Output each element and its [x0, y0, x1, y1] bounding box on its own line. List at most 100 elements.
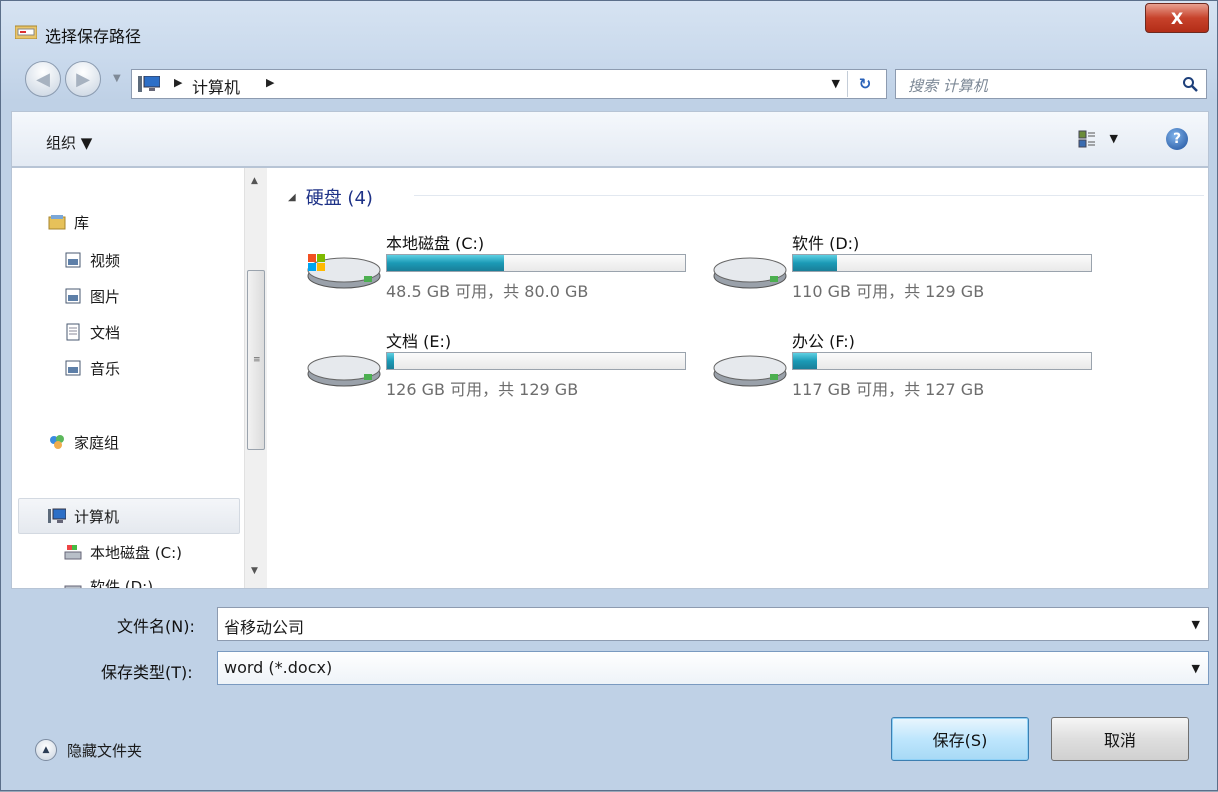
drive-tile[interactable]: 文档 (E:) 126 GB 可用，共 129 GB — [304, 328, 704, 408]
scroll-thumb[interactable]: ≡ — [247, 270, 265, 450]
drive-free-space: 117 GB 可用，共 127 GB — [792, 380, 985, 399]
drive-usage-bar — [386, 352, 686, 370]
grip-icon: ≡ — [253, 355, 261, 365]
filename-field[interactable]: 省移动公司 ▼ — [217, 607, 1209, 641]
filename-label: 文件名(N): — [117, 617, 195, 636]
refresh-icon: ↻ — [858, 75, 872, 93]
video-library-icon — [65, 252, 81, 268]
group-title: 硬盘 (4) — [305, 188, 373, 209]
nav-item-homegroup[interactable]: 家庭组 — [48, 428, 119, 456]
organize-menu[interactable]: 组织 ▼ — [46, 132, 92, 153]
cancel-button[interactable]: 取消 — [1051, 717, 1189, 761]
drive-name: 软件 (D:) — [792, 234, 860, 253]
address-history-dropdown[interactable]: ▼ — [832, 77, 840, 90]
hide-folders-label: 隐藏文件夹 — [67, 741, 143, 760]
nav-item-label: 本地磁盘 (C:) — [90, 543, 182, 562]
address-bar[interactable]: ▶ 计算机 ▶ ▼ ↻ — [131, 69, 887, 99]
nav-item-label: 音乐 — [90, 359, 121, 378]
help-button[interactable]: ? — [1166, 128, 1188, 150]
nav-item-label: 图片 — [90, 287, 121, 306]
recent-locations-dropdown[interactable]: ▼ — [113, 73, 121, 84]
back-button[interactable]: ◀ — [25, 61, 61, 97]
drive-icon — [713, 355, 787, 387]
nav-item-label: 计算机 — [74, 507, 120, 526]
drive-free-space: 126 GB 可用，共 129 GB — [386, 380, 579, 399]
group-divider — [414, 195, 1204, 196]
drive-free-space: 110 GB 可用，共 129 GB — [792, 282, 985, 301]
title-bar: 选择保存路径 X — [1, 1, 1217, 51]
nav-item-label: 库 — [74, 213, 90, 232]
filename-input[interactable]: 省移动公司 — [224, 614, 304, 638]
drive-name: 文档 (E:) — [386, 332, 452, 351]
breadcrumb-separator-icon[interactable]: ▶ — [174, 76, 182, 89]
drive-icon — [64, 585, 82, 588]
nav-item-library[interactable]: 库 — [48, 208, 89, 236]
drive-free-space: 48.5 GB 可用，共 80.0 GB — [386, 282, 589, 301]
filetype-value: word (*.docx) — [224, 658, 333, 677]
breadcrumb-computer[interactable]: 计算机 — [192, 74, 240, 98]
browser-area: 库 视频 图片 文档 音乐 家庭组 计算机 本地磁盘 (C:) 软件 (D:) … — [11, 167, 1209, 589]
drive-usage-bar — [792, 254, 1092, 272]
drive-usage-bar — [792, 352, 1092, 370]
homegroup-icon — [50, 435, 64, 449]
nav-item-music[interactable]: 音乐 — [64, 354, 120, 382]
filetype-dropdown-icon[interactable]: ▼ — [1192, 662, 1200, 675]
scroll-up-icon[interactable]: ▲ — [251, 176, 258, 186]
change-view-icon[interactable] — [1078, 130, 1096, 148]
search-box[interactable]: 搜索 计算机 — [895, 69, 1207, 99]
command-bar: 组织 ▼ ▼ ? — [11, 111, 1209, 167]
drive-usage-fill — [387, 353, 394, 369]
nav-item-videos[interactable]: 视频 — [64, 246, 120, 274]
file-list: ◢ 硬盘 (4) 本地磁盘 (C:) 48.5 GB 可用，共 80.0 GB — [274, 168, 1208, 588]
scroll-down-icon[interactable]: ▼ — [251, 566, 258, 576]
hide-folders-toggle[interactable]: ▲ 隐藏文件夹 — [35, 739, 142, 761]
close-button[interactable]: X — [1145, 3, 1209, 33]
drive-tile[interactable]: 办公 (F:) 117 GB 可用，共 127 GB — [710, 328, 1110, 408]
pictures-library-icon — [65, 288, 81, 304]
back-arrow-icon: ◀ — [36, 68, 50, 90]
nav-item-documents[interactable]: 文档 — [64, 318, 120, 346]
navigation-bar: ◀ ▶ ▼ ▶ 计算机 ▶ ▼ ↻ 搜索 计算机 — [1, 51, 1217, 111]
dialog-folder-icon — [15, 25, 37, 39]
nav-item-pictures[interactable]: 图片 — [64, 282, 120, 310]
search-icon[interactable] — [1182, 76, 1198, 92]
collapse-up-icon: ▲ — [35, 739, 57, 761]
drive-usage-fill — [793, 255, 837, 271]
computer-icon — [48, 508, 66, 523]
drive-icon — [713, 257, 787, 289]
save-form: 文件名(N): 省移动公司 ▼ 保存类型(T): word (*.docx) ▼… — [1, 589, 1217, 792]
navigation-pane: 库 视频 图片 文档 音乐 家庭组 计算机 本地磁盘 (C:) 软件 (D:) … — [12, 168, 272, 588]
nav-item-local-disk-c[interactable]: 本地磁盘 (C:) — [64, 538, 182, 566]
system-disk-icon — [307, 254, 381, 289]
drive-tile[interactable]: 本地磁盘 (C:) 48.5 GB 可用，共 80.0 GB — [304, 230, 704, 310]
filetype-select[interactable]: word (*.docx) ▼ — [217, 651, 1209, 685]
filetype-label: 保存类型(T): — [101, 663, 193, 682]
help-icon: ? — [1172, 131, 1182, 147]
forward-arrow-icon: ▶ — [76, 68, 90, 90]
nav-item-label: 软件 (D:) — [90, 577, 154, 589]
filename-history-dropdown[interactable]: ▼ — [1192, 618, 1200, 631]
save-button[interactable]: 保存(S) — [891, 717, 1029, 761]
save-dialog: 选择保存路径 X ◀ ▶ ▼ ▶ 计算机 ▶ ▼ ↻ 搜索 计算机 组织 ▼ ▼… — [0, 0, 1218, 791]
drive-tile[interactable]: 软件 (D:) 110 GB 可用，共 129 GB — [710, 230, 1110, 310]
drive-name: 办公 (F:) — [792, 332, 855, 351]
breadcrumb-separator-icon[interactable]: ▶ — [266, 76, 274, 89]
group-header-hard-disks[interactable]: ◢ 硬盘 (4) — [288, 184, 373, 210]
close-icon: X — [1170, 8, 1184, 28]
search-input[interactable]: 搜索 计算机 — [908, 75, 988, 96]
collapse-triangle-icon[interactable]: ◢ — [288, 192, 296, 203]
nav-item-label: 家庭组 — [74, 433, 120, 452]
window-title: 选择保存路径 — [45, 27, 142, 46]
refresh-button[interactable]: ↻ — [847, 71, 882, 97]
documents-library-icon — [66, 323, 80, 341]
computer-icon — [138, 76, 160, 92]
drive-usage-fill — [387, 255, 505, 271]
nav-item-drive-d[interactable]: 软件 (D:) — [64, 572, 154, 589]
drive-usage-bar — [386, 254, 686, 272]
library-icon — [48, 215, 66, 230]
view-options-dropdown[interactable]: ▼ — [1110, 132, 1118, 145]
nav-scrollbar[interactable]: ▲ ≡ ▼ — [244, 168, 267, 588]
forward-button[interactable]: ▶ — [65, 61, 101, 97]
nav-item-computer[interactable]: 计算机 — [48, 502, 119, 530]
nav-item-label: 视频 — [90, 251, 121, 270]
